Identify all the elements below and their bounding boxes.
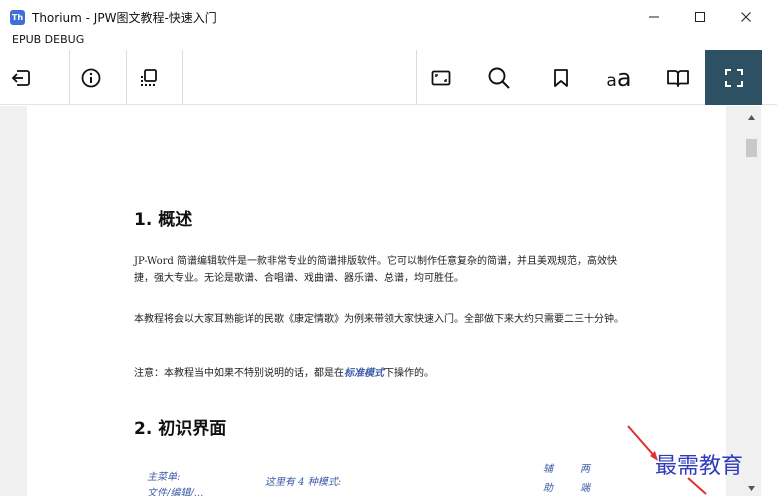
info-icon	[81, 68, 101, 87]
watermark: 最需教育	[655, 454, 744, 479]
paragraph-text: 注意：本教程当中如果不特别说明的话，都是在	[134, 368, 344, 379]
minimize-icon	[649, 16, 659, 18]
maximize-button[interactable]	[677, 0, 723, 34]
minimize-button[interactable]	[631, 0, 677, 34]
search-button[interactable]	[474, 50, 524, 105]
title-bar: Th Thorium - JPW图文教程-快速入门	[0, 0, 777, 34]
menu-bar: EPUB DEBUG	[0, 31, 777, 49]
section-heading: 1. 概述	[134, 210, 193, 230]
bookmark-button[interactable]	[538, 50, 584, 105]
toolbar-separator	[182, 50, 183, 105]
figure-label-modes: 这里有 4 种模式:	[265, 477, 342, 488]
figure-label-main-menu: 主菜单:	[147, 472, 181, 483]
close-button[interactable]	[723, 0, 769, 34]
fullscreen-icon	[724, 68, 743, 87]
table-of-contents-icon	[141, 68, 157, 86]
book-icon	[667, 69, 689, 87]
window-title: Thorium - JPW图文教程-快速入门	[32, 11, 217, 25]
close-icon	[741, 12, 751, 22]
paragraph: JP-Word 简谱编辑软件是一款非常专业的简谱排版软件。它可以制作任意复杂的简…	[134, 256, 618, 284]
caret-up-icon	[748, 114, 755, 120]
paragraph-text: 下操作的。	[384, 368, 434, 379]
search-icon	[488, 67, 510, 89]
figure-label-column: 辅	[543, 464, 553, 475]
figure-label-column: 助	[543, 483, 553, 494]
fit-screen-icon	[431, 70, 451, 85]
emphasis-link[interactable]: 标准模式	[344, 368, 384, 379]
scrollbar-thumb[interactable]	[746, 139, 757, 157]
thorium-app-icon: Th	[10, 10, 25, 25]
bookmark-icon	[554, 68, 568, 87]
scroll-up-arrow[interactable]	[746, 112, 757, 122]
maximize-icon	[695, 12, 705, 22]
reading-mode-button[interactable]	[652, 50, 704, 105]
reader-toolbar: aa	[0, 50, 777, 105]
figure-label-main-menu-sub: 文件/编辑/...	[147, 488, 204, 496]
back-to-library-button[interactable]	[0, 50, 42, 105]
figure-label-column: 两	[580, 464, 590, 475]
paragraph: 本教程将会以大家耳熟能详的民歌《康定情歌》为例来带领大家快速入门。全部做下来大约…	[134, 314, 624, 325]
menu-epub-debug[interactable]: EPUB DEBUG	[12, 33, 84, 46]
fit-screen-button[interactable]	[417, 50, 465, 105]
window-edge	[761, 106, 777, 496]
figure-label-column: 端	[580, 483, 590, 494]
fullscreen-button[interactable]	[705, 50, 762, 105]
vertical-scrollbar[interactable]	[742, 106, 761, 496]
paragraph: 注意：本教程当中如果不特别说明的话，都是在标准模式下操作的。	[134, 365, 629, 382]
book-info-button[interactable]	[70, 50, 112, 105]
text-settings-icon: aa	[606, 63, 632, 92]
text-settings-button[interactable]: aa	[592, 50, 646, 105]
back-icon	[11, 69, 30, 86]
scroll-down-arrow[interactable]	[746, 483, 757, 493]
caret-down-icon	[748, 485, 755, 491]
section-heading: 2. 初识界面	[134, 419, 227, 439]
table-of-contents-button[interactable]	[127, 50, 173, 105]
